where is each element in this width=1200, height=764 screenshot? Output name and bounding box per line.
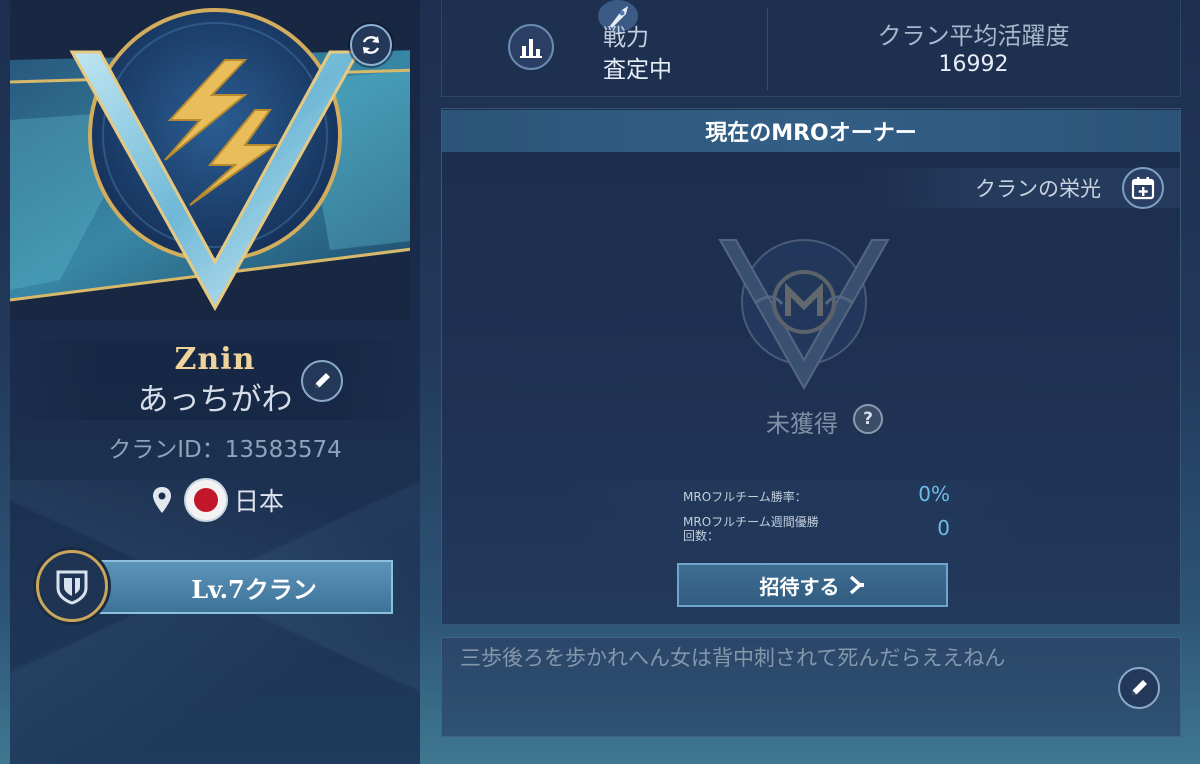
level-badge[interactable] <box>36 550 108 622</box>
weekly-wins-label-line1: MROフルチーム週間優勝 <box>683 515 819 529</box>
clan-id: クランID：13583574 <box>108 437 342 463</box>
clan-subname: あっちがわ <box>137 382 293 418</box>
activity-label: クラン平均活躍度 <box>877 22 1070 50</box>
weekly-wins-value: 0 <box>937 516 950 540</box>
mro-title-bar: 現在のMROオーナー <box>442 110 1180 152</box>
region-row: 日本 <box>152 478 284 522</box>
refresh-icon <box>362 36 380 54</box>
invite-button[interactable]: 招待する <box>677 563 948 607</box>
winrate-value: 0% <box>918 482 950 506</box>
mro-status-label: 未獲得 <box>766 410 838 438</box>
edit-name-button[interactable] <box>301 360 343 402</box>
clan-level-bar[interactable]: Lv.7クラン <box>95 560 393 614</box>
mro-emblem <box>718 239 890 391</box>
clan-glory-button[interactable] <box>1122 167 1164 209</box>
japan-flag-icon <box>186 480 226 520</box>
stats-button[interactable] <box>508 24 554 70</box>
panel-decoration <box>10 480 420 764</box>
invite-label: 招待する <box>759 574 840 599</box>
power-label: 戦力 <box>603 25 649 51</box>
weekly-wins-label-line2: 回数： <box>683 529 720 543</box>
clan-motto-text: 三歩後ろを歩かれへん女は背中刺されて死んだらええねん <box>460 646 1006 670</box>
clan-glory-label: クランの栄光 <box>975 177 1101 201</box>
shield-badge-icon <box>56 570 88 605</box>
power-value: 査定中 <box>603 57 672 83</box>
winrate-label: MROフルチーム勝率： <box>683 490 807 504</box>
weekly-wins-label: MROフルチーム週間優勝 回数： <box>683 515 863 543</box>
pencil-icon <box>1132 680 1147 695</box>
bar-chart-icon <box>520 39 542 58</box>
region-label: 日本 <box>234 487 285 516</box>
help-button[interactable]: ? <box>853 404 883 434</box>
clan-name: Znin <box>174 342 256 377</box>
calendar-plus-icon <box>1131 177 1155 200</box>
activity-value: 16992 <box>938 52 1009 77</box>
pencil-icon <box>315 373 330 388</box>
clan-emblem <box>9 0 410 320</box>
mro-title: 現在のMROオーナー <box>705 121 917 146</box>
edit-motto-button[interactable] <box>1118 667 1160 709</box>
map-pin-icon <box>153 487 171 513</box>
refresh-button[interactable] <box>350 24 392 66</box>
clan-level-label: Lv.7クラン <box>191 574 317 604</box>
chevron-right-icon <box>849 575 864 595</box>
